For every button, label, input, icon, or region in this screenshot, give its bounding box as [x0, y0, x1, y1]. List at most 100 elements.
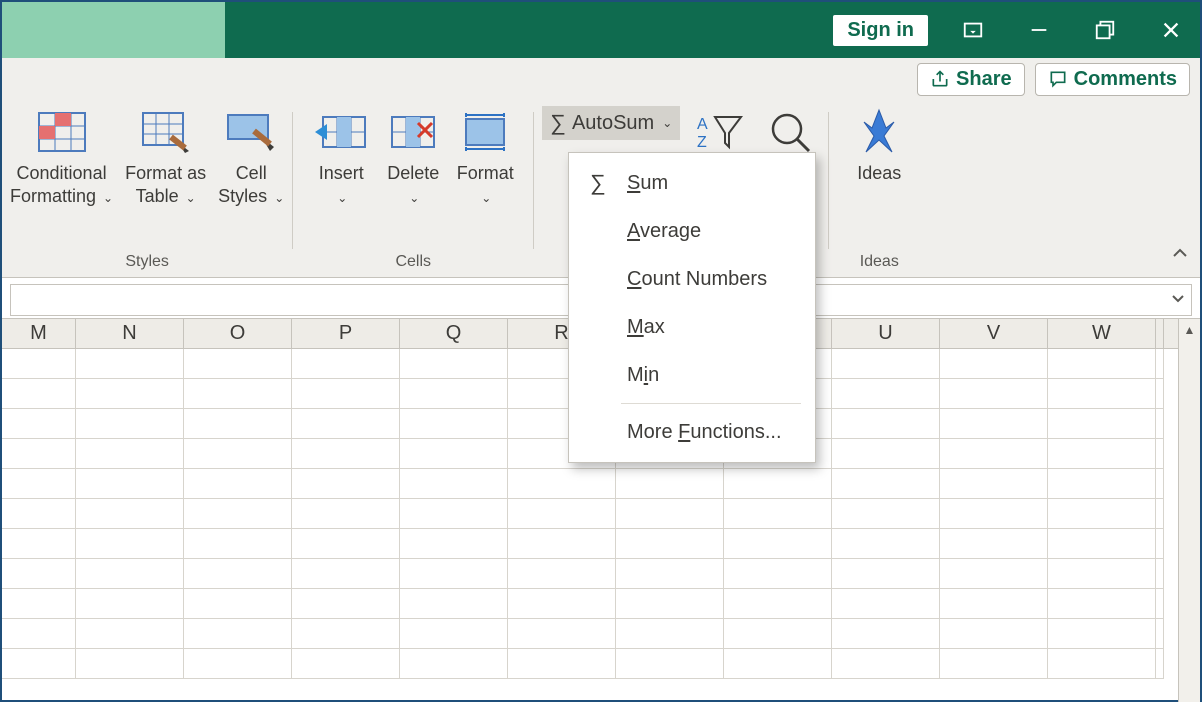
autosum-min-item[interactable]: Min: [569, 351, 815, 399]
grid-cell[interactable]: [940, 379, 1048, 409]
grid-cell[interactable]: [184, 349, 292, 379]
grid-cell[interactable]: [292, 529, 400, 559]
grid-cell[interactable]: [832, 529, 940, 559]
grid-cell[interactable]: [184, 559, 292, 589]
grid-cell[interactable]: [76, 589, 184, 619]
grid-cell[interactable]: [1156, 529, 1164, 559]
grid-cell[interactable]: [1048, 649, 1156, 679]
grid-cell[interactable]: [616, 649, 724, 679]
grid-cell[interactable]: [1048, 619, 1156, 649]
grid-cell[interactable]: [2, 439, 76, 469]
comments-button[interactable]: Comments: [1035, 63, 1190, 96]
grid-cell[interactable]: [292, 409, 400, 439]
grid-cell[interactable]: [2, 379, 76, 409]
grid-cell[interactable]: [1048, 469, 1156, 499]
grid-cell[interactable]: [2, 349, 76, 379]
grid-cell[interactable]: [724, 619, 832, 649]
insert-button[interactable]: Insert⌄: [311, 104, 371, 207]
grid-cell[interactable]: [400, 349, 508, 379]
grid-cell[interactable]: [184, 439, 292, 469]
grid-cell[interactable]: [616, 589, 724, 619]
autosum-max-item[interactable]: Max: [569, 303, 815, 351]
grid-cell[interactable]: [940, 469, 1048, 499]
grid-cell[interactable]: [76, 379, 184, 409]
column-header[interactable]: P: [292, 319, 400, 348]
format-as-table-button[interactable]: Format as Table ⌄: [125, 104, 206, 207]
minimize-icon[interactable]: [1018, 9, 1060, 51]
grid-cell[interactable]: [292, 649, 400, 679]
grid-cell[interactable]: [2, 499, 76, 529]
grid-cell[interactable]: [940, 349, 1048, 379]
grid-cell[interactable]: [940, 439, 1048, 469]
autosum-count-item[interactable]: Count Numbers: [569, 255, 815, 303]
grid-cell[interactable]: [2, 529, 76, 559]
grid-cell[interactable]: [508, 499, 616, 529]
column-header[interactable]: [1156, 319, 1164, 348]
grid-cell[interactable]: [292, 619, 400, 649]
column-header[interactable]: M: [2, 319, 76, 348]
grid-cell[interactable]: [508, 649, 616, 679]
autosum-sum-item[interactable]: ∑ Sum: [569, 159, 815, 207]
grid-cell[interactable]: [508, 619, 616, 649]
grid-cell[interactable]: [832, 619, 940, 649]
grid-cell[interactable]: [400, 469, 508, 499]
grid-cell[interactable]: [1156, 469, 1164, 499]
conditional-formatting-button[interactable]: Conditional Formatting ⌄: [10, 104, 113, 207]
grid-cell[interactable]: [400, 499, 508, 529]
ribbon-display-icon[interactable]: [952, 9, 994, 51]
grid-cell[interactable]: [76, 499, 184, 529]
grid-cell[interactable]: [400, 649, 508, 679]
grid-cell[interactable]: [2, 469, 76, 499]
grid-cell[interactable]: [76, 349, 184, 379]
grid-cell[interactable]: [832, 559, 940, 589]
grid-cell[interactable]: [724, 529, 832, 559]
grid-cell[interactable]: [724, 559, 832, 589]
cell-styles-button[interactable]: Cell Styles ⌄: [218, 104, 284, 207]
grid-cell[interactable]: [292, 349, 400, 379]
grid-cell[interactable]: [508, 559, 616, 589]
grid-cell[interactable]: [184, 619, 292, 649]
autosum-average-item[interactable]: Average: [569, 207, 815, 255]
grid-cell[interactable]: [1156, 649, 1164, 679]
grid-cell[interactable]: [76, 529, 184, 559]
grid-cell[interactable]: [1048, 349, 1156, 379]
grid-cell[interactable]: [292, 469, 400, 499]
sign-in-button[interactable]: Sign in: [833, 15, 928, 46]
grid-cell[interactable]: [400, 409, 508, 439]
grid-cell[interactable]: [184, 499, 292, 529]
grid-cell[interactable]: [940, 559, 1048, 589]
grid-cell[interactable]: [1156, 499, 1164, 529]
collapse-ribbon-icon[interactable]: [1170, 244, 1190, 269]
grid-cell[interactable]: [508, 589, 616, 619]
grid-cell[interactable]: [724, 649, 832, 679]
grid-cell[interactable]: [940, 649, 1048, 679]
column-header[interactable]: N: [76, 319, 184, 348]
column-header[interactable]: W: [1048, 319, 1156, 348]
share-button[interactable]: Share: [917, 63, 1025, 96]
grid-cell[interactable]: [184, 649, 292, 679]
grid-cell[interactable]: [292, 499, 400, 529]
column-header[interactable]: U: [832, 319, 940, 348]
grid-cell[interactable]: [184, 469, 292, 499]
grid-cell[interactable]: [1048, 559, 1156, 589]
column-header[interactable]: O: [184, 319, 292, 348]
grid-cell[interactable]: [832, 469, 940, 499]
ideas-button[interactable]: Ideas: [849, 104, 909, 185]
grid-cell[interactable]: [1156, 559, 1164, 589]
scroll-up-icon[interactable]: ▲: [1179, 319, 1200, 341]
formula-bar-expand-icon[interactable]: [1169, 289, 1187, 312]
grid-cell[interactable]: [76, 559, 184, 589]
grid-cell[interactable]: [832, 499, 940, 529]
grid-cell[interactable]: [184, 589, 292, 619]
column-header[interactable]: Q: [400, 319, 508, 348]
grid-cell[interactable]: [832, 649, 940, 679]
column-header[interactable]: V: [940, 319, 1048, 348]
grid-cell[interactable]: [724, 589, 832, 619]
grid-cell[interactable]: [1156, 619, 1164, 649]
grid-cell[interactable]: [940, 589, 1048, 619]
grid-cell[interactable]: [724, 499, 832, 529]
grid-cell[interactable]: [1048, 409, 1156, 439]
grid-cell[interactable]: [76, 469, 184, 499]
grid-cell[interactable]: [832, 589, 940, 619]
grid-cell[interactable]: [2, 409, 76, 439]
